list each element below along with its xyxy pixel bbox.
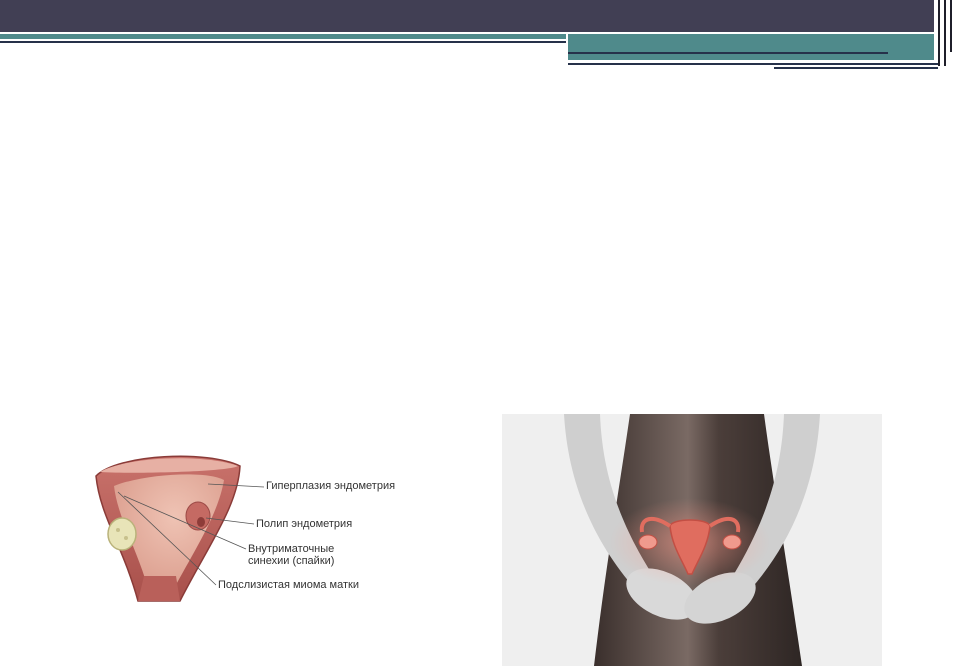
header-rule-right-upper [568, 52, 888, 54]
header-teal-block-right [568, 34, 934, 60]
uterus-pathology-illustration: Гиперплазия эндометрия Полип эндометрия … [88, 436, 428, 606]
label-submucous-fibroid: Подслизистая миома матки [218, 579, 359, 591]
label-endometrial-hyperplasia: Гиперплазия эндометрия [266, 480, 396, 492]
header-rule-left [0, 41, 566, 43]
header-vertical-bar [938, 0, 940, 66]
header-rule-right-short [774, 67, 938, 69]
header-vertical-bar [944, 0, 946, 66]
slide: Гиперплазия эндометрия Полип эндометрия … [0, 0, 960, 672]
woman-uterus-photo [502, 414, 882, 666]
header-dark-band [0, 0, 934, 32]
label-endometrial-polyp: Полип эндометрия [256, 518, 353, 530]
woman-with-uterus-overlay-image [502, 414, 882, 666]
header-vertical-bar [950, 0, 952, 52]
header-rule-right-lower [568, 63, 938, 65]
label-intrauterine-synechiae-line1: Внутриматочные [248, 543, 335, 555]
label-intrauterine-synechiae-line2: синехии (спайки) [248, 555, 335, 567]
header-teal-stripe-left [0, 34, 566, 39]
